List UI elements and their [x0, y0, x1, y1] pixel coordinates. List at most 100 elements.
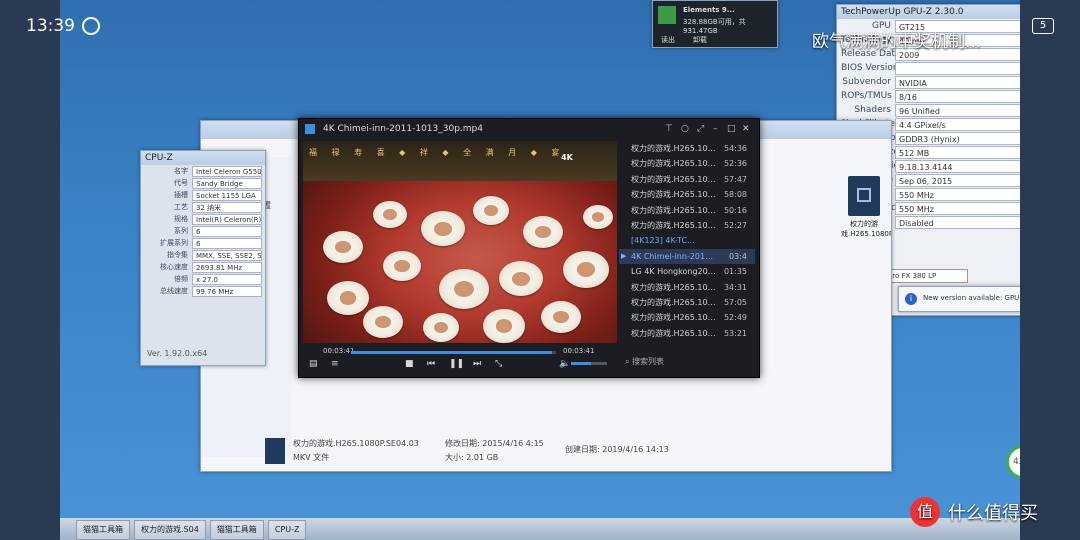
file-info-name: 权力的游戏.H265.1080P.SE04.03 [293, 439, 419, 448]
eject-button[interactable]: 卸载 [693, 35, 707, 45]
gpuz-row-value: Disabled [895, 216, 1020, 229]
playlist-item-title: 权力的游戏.H265.108... [631, 159, 717, 169]
volume-icon[interactable]: 🔈 [559, 359, 570, 369]
food-plate [473, 196, 509, 225]
playlist-item[interactable]: 权力的游戏.H265.108... 57:47 [619, 172, 755, 187]
cpuz-row-value: MMX, SSE, SSE2, SSE3 [192, 250, 262, 261]
video-file-icon [848, 176, 880, 216]
cpuz-row-value: x 27.0 [192, 274, 262, 285]
playlist-item-title: 权力的游戏.H265.108... [631, 282, 717, 292]
playlist-item-duration: 52:27 [723, 220, 747, 230]
cpuz-row-label: 规格 [174, 215, 188, 223]
food-plate [439, 269, 489, 309]
player-title: 4K Chimei-inn-2011-1013_30p.mp4 [323, 124, 483, 134]
fullscreen-icon[interactable]: ⤢ [697, 119, 704, 139]
cpuz-row: 工艺 32 纳米 [144, 202, 262, 213]
cpuz-row: 扩展系列 6 [144, 238, 262, 249]
seek-bar[interactable] [351, 351, 556, 354]
cpuz-row: 规格 Intel(R) Celeron(R) CPU G [144, 214, 262, 225]
cpuz-row-value: 32 纳米 [192, 202, 262, 213]
gpuz-row-label: Shaders [854, 105, 891, 115]
gpuz-row-value: 550 MHz [895, 202, 1020, 215]
food-plate [563, 251, 609, 288]
cpuz-row-label: 倍频 [174, 275, 188, 283]
playlist-item[interactable]: [4K123] 4K-TC... [619, 233, 755, 248]
playlist-toggle-icon[interactable]: ▤ [309, 359, 318, 369]
playlist-item-duration: 58:08 [723, 190, 747, 200]
cpuz-window: CPU-Z 名字 Intel Celeron G550 代号 Sandy Bridge… [140, 150, 266, 366]
playlist-item-title: LG 4K Hongkong2011... [631, 267, 717, 277]
taskbar-button[interactable]: 猫猫工具箱 [209, 520, 264, 540]
gpuz-row: BIOS Version [841, 62, 1020, 75]
playlist-item[interactable]: 权力的游戏.H265.108... 57:05 [619, 295, 755, 310]
cpuz-row-label: 总线速度 [160, 287, 188, 295]
playlist-search-input[interactable]: 搜索列表 [632, 357, 664, 366]
maximize-icon[interactable]: □ [727, 119, 736, 139]
cpuz-row-value: Socket 1155 LGA [192, 190, 262, 201]
menu-icon[interactable]: ≡ [331, 359, 339, 369]
playlist-item[interactable]: 权力的游戏.H265.108... 52:49 [619, 310, 755, 325]
close-icon[interactable]: ✕ [742, 119, 750, 139]
cpuz-row-value: 99.76 MHz [192, 286, 262, 297]
previous-icon[interactable]: ⏮ [427, 359, 435, 369]
minimize-icon[interactable]: – [713, 119, 718, 139]
site-watermark: 值 什么值得买 [910, 497, 1038, 527]
watermark-logo-icon: 值 [910, 497, 940, 527]
playlist-item-title: 权力的游戏.H265.108... [631, 328, 717, 338]
cpuz-row-value: Sandy Bridge [192, 178, 262, 189]
playlist-item[interactable]: 权力的游戏.H265.108... 54:36 [619, 141, 755, 156]
food-plate [499, 261, 543, 297]
playlist-item[interactable]: 权力的游戏.H265.108... 50:16 [619, 203, 755, 218]
volume-slider[interactable] [571, 362, 607, 365]
playlist-item[interactable]: 权力的游戏.H265.108... 52:27 [619, 218, 755, 233]
pause-icon[interactable]: ❚❚ [449, 359, 464, 369]
playlist-item-title: 权力的游戏.H265.108... [631, 220, 717, 230]
settings-icon[interactable]: ○ [681, 119, 689, 139]
video-file-tile[interactable]: 权力的游戏.H265.1080P.SE04.00 [841, 176, 891, 239]
playlist-item[interactable]: 权力的游戏.H265.108... 34:31 [619, 280, 755, 295]
playlist-search[interactable]: ⌕ 搜索列表 [619, 351, 755, 373]
overlay-caption: 欧气满满的中奖机制... [812, 32, 982, 52]
playlist-item[interactable]: LG 4K Hongkong2011... 01:35 [619, 264, 755, 279]
taskbar-button[interactable]: 猫猫工具箱 [76, 520, 130, 540]
gpuz-row-value: 96 Unified [895, 104, 1020, 117]
gpuz-row-value: Sep 06, 2015 [895, 174, 1020, 187]
cpuz-row-label: 扩展系列 [160, 239, 188, 247]
playlist-item-title: 权力的游戏.H265.108... [631, 190, 717, 200]
cpuz-version: Ver. 1.92.0.x64 [147, 349, 208, 358]
update-notice[interactable]: i New version available: GPU-Z 2.31.0 [898, 286, 1020, 312]
taskbar: 猫猫工具箱 权力的游戏.S04 猫猫工具箱 CPU-Z [60, 518, 1020, 540]
next-icon[interactable]: ⏭ [473, 359, 481, 369]
playlist: 权力的游戏.H265.108... 54:36 权力的游戏.H265.108... 5… [619, 141, 755, 351]
playlist-item-duration: 34:31 [723, 282, 747, 292]
playlist-item[interactable]: 权力的游戏.H265.108... 52:36 [619, 156, 755, 171]
cpuz-row: 插槽 Socket 1155 LGA [144, 190, 262, 201]
drive-icon [658, 6, 676, 24]
read-button[interactable]: 读出 [661, 35, 675, 45]
total-time: 00:03:41 [563, 347, 595, 355]
cpuz-row: 代号 Sandy Bridge [144, 178, 262, 189]
cpuz-row-value: Intel Celeron G550 [192, 166, 262, 177]
download-widget[interactable]: Elements 9... 328.88GB可用，共931.47GB 读出 卸载 [652, 0, 778, 48]
playlist-item[interactable]: 4K Chimei-inn-2011-... 03:4 [619, 248, 755, 265]
gpuz-row-value [895, 62, 1020, 75]
cpuz-row-label: 名字 [174, 167, 188, 175]
expand-icon[interactable]: ⤡ [495, 359, 502, 369]
notification-icon [82, 17, 100, 35]
taskbar-button[interactable]: CPU-Z [267, 520, 307, 540]
gpuz-row-label: BIOS Version [841, 63, 899, 73]
clock: 13:39 [26, 16, 75, 36]
file-info-pane: 权力的游戏.H265.1080P.SE04.03 MKV 文件 修改日期: 20… [265, 438, 685, 468]
video-frame[interactable]: 福 禄 寿 喜 ◆ 祥 ◆ 全 满 月 ◆ 宴 4K [303, 141, 617, 343]
stop-icon[interactable]: ■ [405, 359, 414, 369]
drive-space: 328.88GB可用，共931.47GB [683, 18, 746, 35]
taskbar-button[interactable]: 权力的游戏.S04 [134, 520, 206, 540]
memory-gauge[interactable]: 42% [1006, 445, 1020, 479]
food-plate [423, 313, 459, 342]
playlist-item[interactable]: 权力的游戏.H265.108... 53:21 [619, 326, 755, 341]
gpuz-title: TechPowerUp GPU-Z 2.30.0 [837, 5, 1020, 19]
food-plate [373, 201, 407, 229]
player-titlebar: 4K Chimei-inn-2011-1013_30p.mp4 ⊤ ○ ⤢ – … [299, 119, 759, 139]
pin-icon[interactable]: ⊤ [665, 119, 673, 139]
playlist-item[interactable]: 权力的游戏.H265.108... 58:08 [619, 187, 755, 202]
